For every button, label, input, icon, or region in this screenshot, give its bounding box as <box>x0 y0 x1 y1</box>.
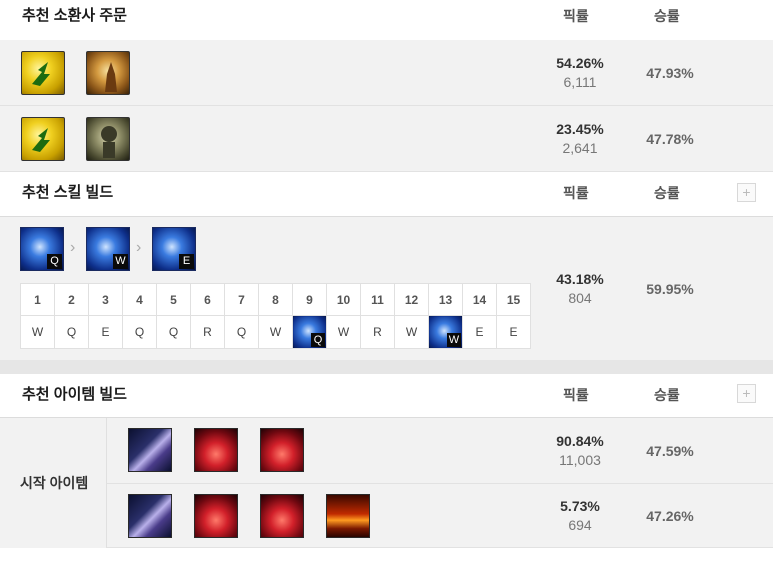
chevron-right-icon: › <box>136 239 142 256</box>
summoner-section-title: 추천 소환사 주문 <box>22 7 127 24</box>
item-section-header: 추천 아이템 빌드 픽률 승률 + <box>0 374 773 418</box>
skill-section-header: 추천 스킬 빌드 픽률 승률 + <box>0 172 773 217</box>
chevron-right-icon: › <box>70 239 76 256</box>
skill-key-cell: E <box>496 315 531 349</box>
skill-level-cell: 9 <box>292 283 327 316</box>
skill-level-cell: 14 <box>462 283 497 316</box>
skill-level-cell: 15 <box>496 283 531 316</box>
pick-rate: 23.45% <box>556 121 604 137</box>
flash-icon <box>21 117 65 161</box>
summoner-row: 54.26% 6,111 47.93% <box>0 40 773 106</box>
potion-icon <box>194 428 238 472</box>
skill-e-icon: E <box>152 227 196 271</box>
skill-upgrade-icon-cell: W <box>428 315 463 349</box>
expand-button[interactable]: + <box>737 183 756 202</box>
skill-key-cell: W <box>258 315 293 349</box>
game-count: 2,641 <box>562 140 598 156</box>
skill-section-title: 추천 스킬 빌드 <box>22 184 114 201</box>
skill-level-cell: 1 <box>20 283 55 316</box>
skill-upgrade-icon-cell: Q <box>292 315 327 349</box>
skill-level-cell: 8 <box>258 283 293 316</box>
pick-rate-header: 픽률 <box>563 8 589 24</box>
item-section-title: 추천 아이템 빌드 <box>22 386 127 403</box>
skill-key: W <box>447 333 461 347</box>
skill-level-cell: 4 <box>122 283 157 316</box>
skill-key: W <box>113 254 128 269</box>
potion-icon <box>194 494 238 538</box>
item-row: 5.73% 694 47.26% <box>107 484 773 548</box>
pick-rate-header: 픽률 <box>563 387 589 403</box>
skill-key: Q <box>311 333 325 347</box>
pick-rate: 5.73% <box>560 498 600 514</box>
game-count: 694 <box>568 517 592 533</box>
skill-level-cell: 3 <box>88 283 123 316</box>
win-rate: 47.78% <box>646 131 694 147</box>
skill-key: Q <box>47 254 62 269</box>
skill-key-cell: W <box>20 315 55 349</box>
expand-button[interactable]: + <box>737 384 756 403</box>
skill-order-table: 1 2 3 4 5 6 7 8 9 10 11 12 13 14 15 WQEQQRQWQWRWWEE <box>20 283 531 349</box>
start-items-label: 시작 아이템 <box>20 475 89 491</box>
pick-rate: 90.84% <box>556 433 604 449</box>
section-divider <box>0 360 773 374</box>
skill-level-cell: 6 <box>190 283 225 316</box>
skill-level-cell: 2 <box>54 283 89 316</box>
potion-icon <box>260 428 304 472</box>
skill-key: E <box>179 254 194 269</box>
dagger-icon <box>128 494 172 538</box>
skill-level-cell: 5 <box>156 283 191 316</box>
win-rate-header: 승률 <box>654 387 680 403</box>
skill-key-cell: Q <box>156 315 191 349</box>
skill-key-cell: Q <box>122 315 157 349</box>
potion-icon <box>260 494 304 538</box>
skill-level-cell: 13 <box>428 283 463 316</box>
skill-level-cell: 10 <box>326 283 361 316</box>
win-rate: 47.59% <box>646 443 694 459</box>
skill-key-cell: R <box>190 315 225 349</box>
win-rate: 47.93% <box>646 65 694 81</box>
skill-level-cell: 7 <box>224 283 259 316</box>
skill-key-cell: Q <box>54 315 89 349</box>
game-count: 11,003 <box>559 452 601 468</box>
skill-level-cell: 12 <box>394 283 429 316</box>
summoner-row: 23.45% 2,641 47.78% <box>0 106 773 172</box>
win-rate-header: 승률 <box>654 185 680 201</box>
item-row: 90.84% 11,003 47.59% <box>107 418 773 484</box>
skill-key-cell: Q <box>224 315 259 349</box>
skill-key-cell: E <box>462 315 497 349</box>
skill-q-icon: Q <box>20 227 64 271</box>
skill-level-cell: 11 <box>360 283 395 316</box>
skill-key-cell: R <box>360 315 395 349</box>
ignite-icon <box>86 51 130 95</box>
win-rate: 59.95% <box>646 281 694 297</box>
skill-w-icon: W <box>86 227 130 271</box>
pick-rate: 43.18% <box>556 271 604 287</box>
flash-icon <box>21 51 65 95</box>
exhaust-icon <box>86 117 130 161</box>
skill-key-cell: E <box>88 315 123 349</box>
game-count: 804 <box>568 290 592 306</box>
dagger-icon <box>128 428 172 472</box>
win-rate-header: 승률 <box>654 8 680 24</box>
skill-key-cell: W <box>394 315 429 349</box>
ward-icon <box>326 494 370 538</box>
pick-rate: 54.26% <box>556 55 604 71</box>
summoner-section-header: 추천 소환사 주문 픽률 승률 <box>0 0 773 42</box>
skill-key-cell: W <box>326 315 361 349</box>
pick-rate-header: 픽률 <box>563 185 589 201</box>
start-items-label-cell: 시작 아이템 <box>0 418 107 548</box>
win-rate: 47.26% <box>646 508 694 524</box>
game-count: 6,111 <box>563 74 597 90</box>
